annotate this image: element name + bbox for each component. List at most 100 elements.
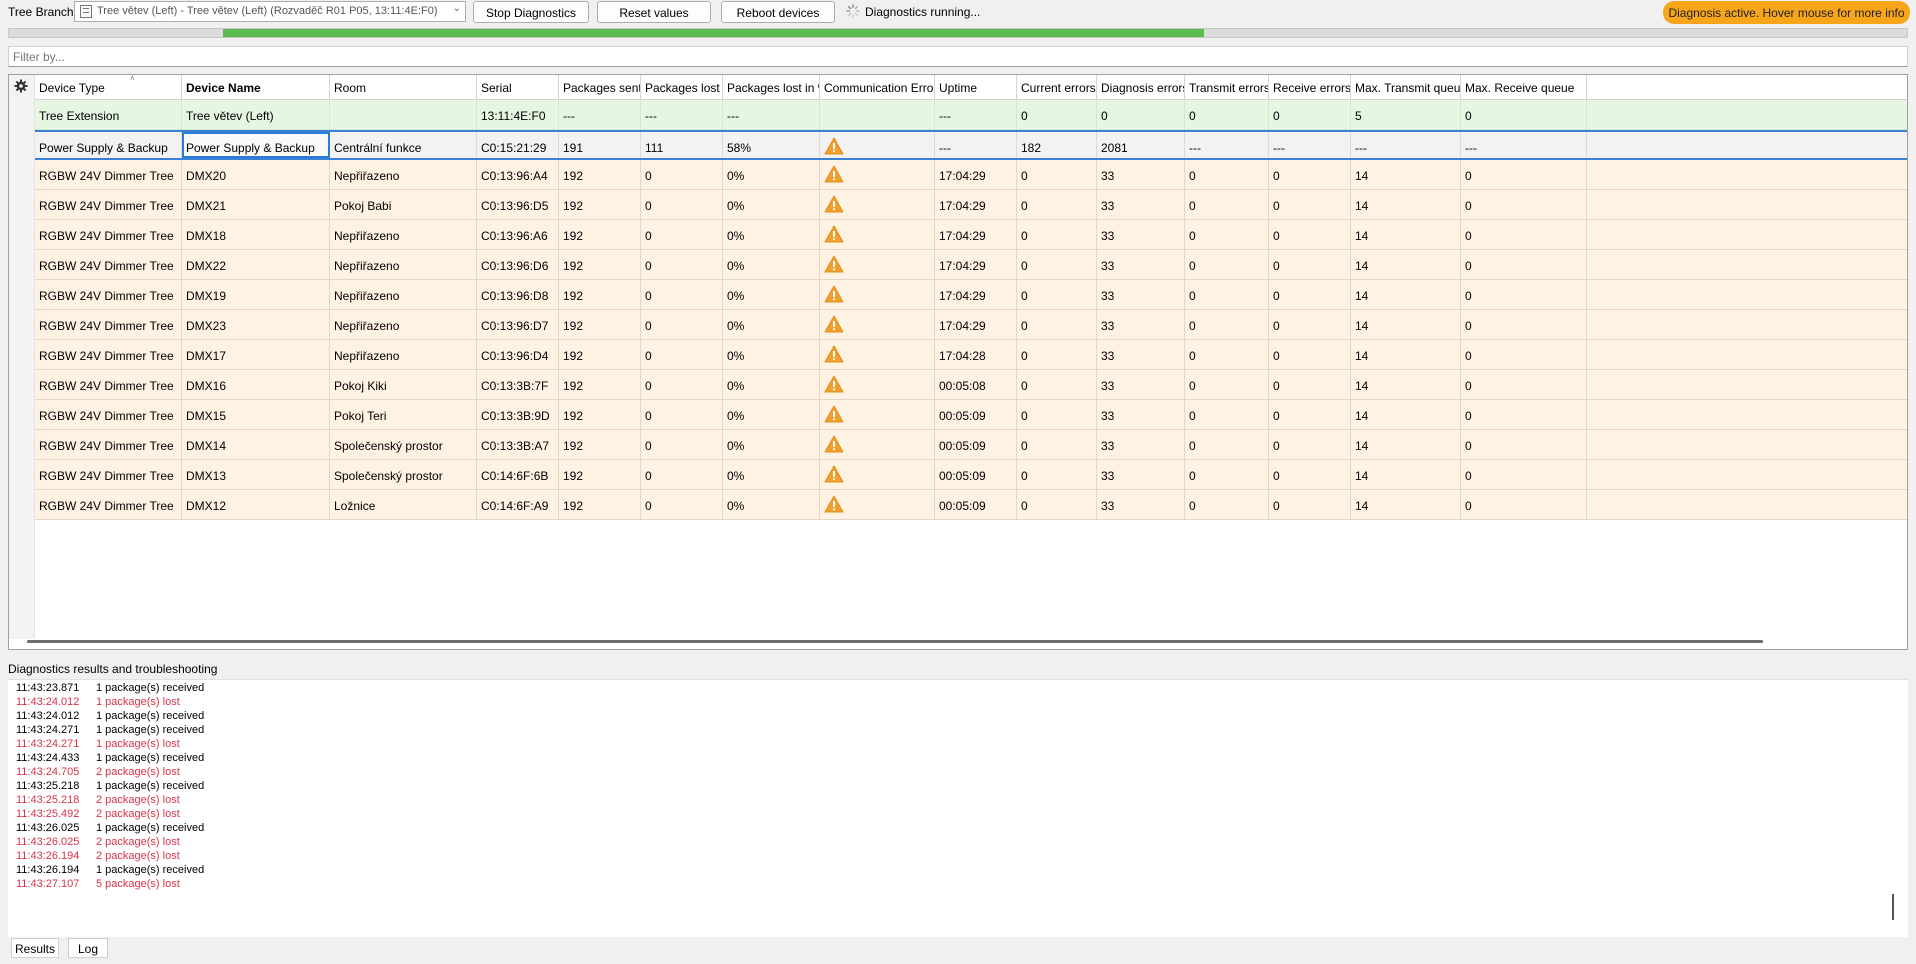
cell-receive-errors[interactable]: 0: [1269, 310, 1351, 339]
cell-room[interactable]: Nepřiřazeno: [330, 160, 477, 189]
cell-max-receive-queue[interactable]: 0: [1461, 280, 1587, 309]
cell-serial[interactable]: C0:15:21:29: [477, 132, 559, 158]
cell-current-errors[interactable]: 0: [1017, 400, 1097, 429]
cell-transmit-errors[interactable]: 0: [1185, 220, 1269, 249]
cell-transmit-errors[interactable]: 0: [1185, 370, 1269, 399]
cell-device-type[interactable]: RGBW 24V Dimmer Tree: [35, 430, 182, 459]
cell-uptime[interactable]: 17:04:29: [935, 190, 1017, 219]
cell-transmit-errors[interactable]: ---: [1185, 132, 1269, 158]
warning-icon[interactable]: [824, 435, 844, 453]
cell-current-errors[interactable]: 0: [1017, 160, 1097, 189]
cell-serial[interactable]: C0:13:96:D4: [477, 340, 559, 369]
cell-current-errors[interactable]: 0: [1017, 490, 1097, 519]
cell-receive-errors[interactable]: 0: [1269, 220, 1351, 249]
cell-receive-errors[interactable]: 0: [1269, 160, 1351, 189]
cell-max-transmit-queue[interactable]: 14: [1351, 490, 1461, 519]
cell-communication-errors[interactable]: [820, 460, 935, 489]
cell-uptime[interactable]: 17:04:29: [935, 220, 1017, 249]
cell-packages-lost[interactable]: 0: [641, 280, 723, 309]
cell-diagnosis-errors[interactable]: 33: [1097, 220, 1185, 249]
gear-icon[interactable]: [14, 79, 28, 93]
table-row[interactable]: RGBW 24V Dimmer Tree DMX20 Nepřiřazeno C0:1…: [35, 160, 1907, 190]
cell-current-errors[interactable]: 0: [1017, 100, 1097, 129]
cell-packages-sent[interactable]: ---: [559, 100, 641, 129]
cell-communication-errors[interactable]: [820, 280, 935, 309]
cell-packages-sent[interactable]: 192: [559, 160, 641, 189]
cell-max-receive-queue[interactable]: 0: [1461, 160, 1587, 189]
cell-uptime[interactable]: 00:05:09: [935, 460, 1017, 489]
cell-device-name[interactable]: DMX18: [182, 220, 330, 249]
cell-communication-errors[interactable]: [820, 340, 935, 369]
cell-transmit-errors[interactable]: 0: [1185, 190, 1269, 219]
cell-transmit-errors[interactable]: 0: [1185, 490, 1269, 519]
table-row[interactable]: RGBW 24V Dimmer Tree DMX18 Nepřiřazeno C0:1…: [35, 220, 1907, 250]
cell-transmit-errors[interactable]: 0: [1185, 250, 1269, 279]
cell-packages-sent[interactable]: 192: [559, 220, 641, 249]
cell-packages-lost-percent[interactable]: 0%: [723, 190, 820, 219]
cell-packages-lost[interactable]: 0: [641, 370, 723, 399]
column-header-packages-lost-percent[interactable]: Packages lost in %: [723, 75, 820, 100]
cell-serial[interactable]: C0:13:96:D8: [477, 280, 559, 309]
cell-room[interactable]: Nepřiřazeno: [330, 280, 477, 309]
cell-packages-lost-percent[interactable]: 0%: [723, 160, 820, 189]
warning-icon[interactable]: [824, 375, 844, 393]
table-row[interactable]: RGBW 24V Dimmer Tree DMX23 Nepřiřazeno C0:1…: [35, 310, 1907, 340]
cell-serial[interactable]: 13:11:4E:F0: [477, 100, 559, 129]
reboot-devices-button[interactable]: Reboot devices: [721, 1, 835, 23]
cell-communication-errors[interactable]: [820, 100, 935, 129]
warning-icon[interactable]: [824, 345, 844, 363]
cell-uptime[interactable]: 17:04:29: [935, 280, 1017, 309]
cell-packages-lost[interactable]: 0: [641, 310, 723, 339]
cell-packages-sent[interactable]: 192: [559, 280, 641, 309]
column-header-device-name[interactable]: Device Name: [182, 75, 330, 100]
cell-current-errors[interactable]: 0: [1017, 340, 1097, 369]
cell-uptime[interactable]: ---: [935, 132, 1017, 158]
cell-device-type[interactable]: Power Supply & Backup: [35, 132, 182, 158]
reset-values-button[interactable]: Reset values: [597, 1, 711, 23]
cell-serial[interactable]: C0:13:96:A6: [477, 220, 559, 249]
warning-icon[interactable]: [824, 137, 844, 155]
cell-max-receive-queue[interactable]: 0: [1461, 370, 1587, 399]
warning-icon[interactable]: [824, 285, 844, 303]
cell-device-type[interactable]: RGBW 24V Dimmer Tree: [35, 160, 182, 189]
cell-uptime[interactable]: 17:04:29: [935, 310, 1017, 339]
cell-packages-lost[interactable]: 0: [641, 340, 723, 369]
cell-serial[interactable]: C0:13:96:D5: [477, 190, 559, 219]
table-row[interactable]: RGBW 24V Dimmer Tree DMX19 Nepřiřazeno C0:1…: [35, 280, 1907, 310]
cell-max-receive-queue[interactable]: 0: [1461, 400, 1587, 429]
cell-transmit-errors[interactable]: 0: [1185, 310, 1269, 339]
cell-current-errors[interactable]: 182: [1017, 132, 1097, 158]
column-header-transmit-errors[interactable]: Transmit errors: [1185, 75, 1269, 100]
cell-packages-lost-percent[interactable]: 0%: [723, 340, 820, 369]
column-header-diagnosis-errors[interactable]: Diagnosis errors: [1097, 75, 1185, 100]
cell-transmit-errors[interactable]: 0: [1185, 280, 1269, 309]
cell-uptime[interactable]: 17:04:29: [935, 250, 1017, 279]
cell-room[interactable]: Společenský prostor: [330, 460, 477, 489]
cell-device-name[interactable]: DMX22: [182, 250, 330, 279]
cell-device-name[interactable]: DMX17: [182, 340, 330, 369]
filter-input[interactable]: Filter by...: [8, 46, 1908, 67]
cell-uptime[interactable]: 00:05:09: [935, 490, 1017, 519]
table-row[interactable]: Tree Extension Tree větev (Left) 13:11:4E:…: [35, 100, 1907, 130]
cell-receive-errors[interactable]: 0: [1269, 190, 1351, 219]
cell-max-transmit-queue[interactable]: 14: [1351, 430, 1461, 459]
cell-packages-lost-percent[interactable]: 0%: [723, 430, 820, 459]
table-row[interactable]: Power Supply & Backup Power Supply & Back…: [35, 130, 1907, 160]
cell-uptime[interactable]: 17:04:28: [935, 340, 1017, 369]
cell-max-receive-queue[interactable]: 0: [1461, 430, 1587, 459]
cell-packages-lost[interactable]: 0: [641, 460, 723, 489]
cell-packages-sent[interactable]: 192: [559, 490, 641, 519]
cell-packages-lost-percent[interactable]: 0%: [723, 220, 820, 249]
cell-device-type[interactable]: RGBW 24V Dimmer Tree: [35, 340, 182, 369]
cell-room[interactable]: Pokoj Teri: [330, 400, 477, 429]
column-header-max-receive-queue[interactable]: Max. Receive queue: [1461, 75, 1587, 100]
cell-room[interactable]: Nepřiřazeno: [330, 250, 477, 279]
cell-packages-lost-percent[interactable]: ---: [723, 100, 820, 129]
cell-max-receive-queue[interactable]: 0: [1461, 190, 1587, 219]
cell-packages-sent[interactable]: 192: [559, 430, 641, 459]
cell-device-name[interactable]: DMX15: [182, 400, 330, 429]
cell-communication-errors[interactable]: [820, 190, 935, 219]
cell-diagnosis-errors[interactable]: 2081: [1097, 132, 1185, 158]
table-row[interactable]: RGBW 24V Dimmer Tree DMX22 Nepřiřazeno C0:1…: [35, 250, 1907, 280]
cell-max-transmit-queue[interactable]: 14: [1351, 370, 1461, 399]
